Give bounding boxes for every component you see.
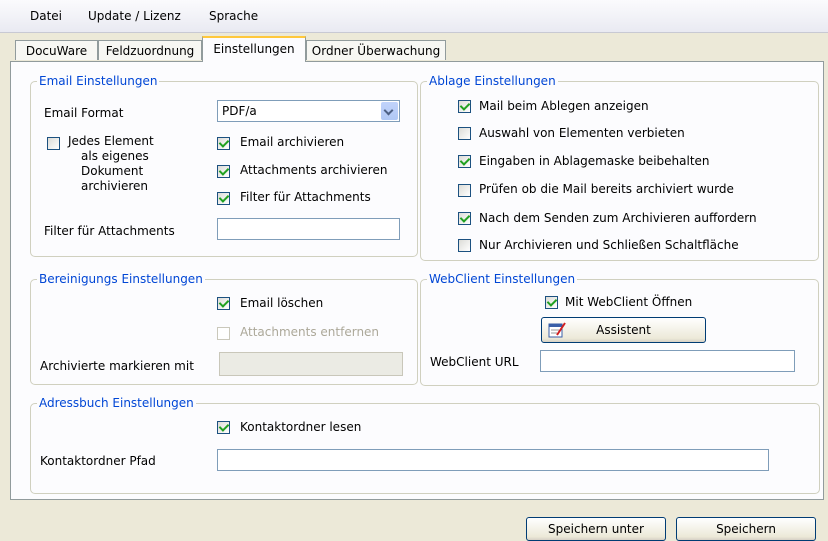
ablage-label-2: Eingaben in Ablagemaske beibehalten [479, 154, 710, 168]
group-title: Adressbuch Einstellungen [37, 395, 196, 411]
group-ablage-einstellungen: Ablage Einstellungen Mail beim Ablegen a… [420, 73, 819, 261]
archivierte-markieren-input[interactable] [219, 352, 403, 376]
ablage-checkbox-5[interactable] [458, 239, 471, 252]
tab-strip: DocuWare Feldzuordnung Einstellungen Ord… [0, 32, 828, 62]
chevron-down-icon[interactable] [381, 102, 398, 120]
tab-ordner-ueberwachung[interactable]: Ordner Überwachung [306, 40, 446, 60]
webclient-url-label: WebClient URL [430, 355, 519, 369]
archivierte-markieren-label: Archivierte markieren mit [40, 359, 194, 373]
menu-update-lizenz[interactable]: Update / Lizenz [88, 9, 181, 23]
ablage-checkbox-0[interactable] [458, 100, 471, 113]
menu-bar: Datei Update / Lizenz Sprache [0, 0, 828, 33]
email-format-value: PDF/a [222, 104, 257, 118]
kontaktordner-pfad-label: Kontaktordner Pfad [40, 454, 156, 468]
group-title: Email Einstellungen [37, 73, 160, 89]
group-title: Bereinigungs Einstellungen [37, 271, 205, 287]
assistent-label: Assistent [596, 323, 651, 337]
email-archivieren-checkbox[interactable] [217, 137, 230, 150]
wizard-icon [548, 322, 566, 338]
jedes-element-label-2: als eigenes [81, 149, 149, 163]
ablage-checkbox-4[interactable] [458, 212, 471, 225]
speichern-unter-button[interactable]: Speichern unter [526, 517, 666, 541]
email-format-select[interactable]: PDF/a [217, 100, 400, 122]
ablage-label-3: Prüfen ob die Mail bereits archiviert wu… [479, 182, 734, 196]
tab-content-einstellungen: Email Einstellungen Email Format PDF/a J… [10, 61, 824, 500]
attachments-archivieren-label: Attachments archivieren [240, 163, 388, 177]
filter-field-label: Filter für Attachments [44, 224, 175, 238]
email-archivieren-label: Email archivieren [240, 135, 345, 149]
ablage-label-5: Nur Archivieren und Schließen Schaltfläc… [479, 238, 739, 252]
email-loeschen-label: Email löschen [240, 296, 324, 310]
ablage-checkbox-1[interactable] [458, 127, 471, 140]
menu-datei[interactable]: Datei [30, 9, 62, 23]
tab-feldzuordnung[interactable]: Feldzuordnung [98, 40, 202, 60]
filter-attachments-label: Filter für Attachments [240, 190, 371, 204]
menu-sprache[interactable]: Sprache [209, 9, 258, 23]
jedes-element-label-4: archivieren [81, 179, 149, 193]
group-adressbuch-einstellungen: Adressbuch Einstellungen Kontaktordner l… [30, 395, 820, 494]
attachments-archivieren-checkbox[interactable] [217, 165, 230, 178]
ablage-checkbox-2[interactable] [458, 155, 471, 168]
jedes-element-label-3: Dokument [81, 164, 144, 178]
ablage-label-4: Nach dem Senden zum Archivieren aufforde… [479, 211, 757, 225]
jedes-element-checkbox[interactable] [47, 137, 60, 150]
mit-webclient-oeffnen-label: Mit WebClient Öffnen [565, 295, 693, 309]
jedes-element-label-1: Jedes Element [68, 134, 154, 148]
ablage-label-0: Mail beim Ablegen anzeigen [479, 99, 649, 113]
group-title: Ablage Einstellungen [427, 73, 558, 89]
tab-einstellungen[interactable]: Einstellungen [202, 36, 306, 62]
group-bereinigungs-einstellungen: Bereinigungs Einstellungen Email löschen… [30, 271, 418, 385]
ablage-checkbox-3[interactable] [458, 184, 471, 197]
tab-docuware[interactable]: DocuWare [15, 40, 98, 60]
filter-attachments-checkbox[interactable] [217, 192, 230, 205]
ablage-label-1: Auswahl von Elementen verbieten [479, 126, 685, 140]
mit-webclient-oeffnen-checkbox[interactable] [545, 296, 558, 309]
group-email-einstellungen: Email Einstellungen Email Format PDF/a J… [30, 73, 418, 257]
email-loeschen-checkbox[interactable] [217, 297, 230, 310]
kontaktordner-lesen-checkbox[interactable] [217, 421, 230, 434]
filter-attachments-input[interactable] [217, 218, 400, 240]
speichern-button[interactable]: Speichern [676, 517, 816, 541]
email-format-label: Email Format [44, 106, 124, 120]
group-title: WebClient Einstellungen [427, 271, 578, 287]
attachments-entfernen-checkbox[interactable] [217, 327, 230, 340]
group-webclient-einstellungen: WebClient Einstellungen Mit WebClient Öf… [420, 271, 819, 386]
attachments-entfernen-label: Attachments entfernen [240, 325, 380, 339]
assistent-button[interactable]: Assistent [541, 317, 706, 343]
kontaktordner-lesen-label: Kontaktordner lesen [240, 420, 362, 434]
kontaktordner-pfad-input[interactable] [217, 449, 769, 471]
webclient-url-input[interactable] [540, 350, 795, 372]
